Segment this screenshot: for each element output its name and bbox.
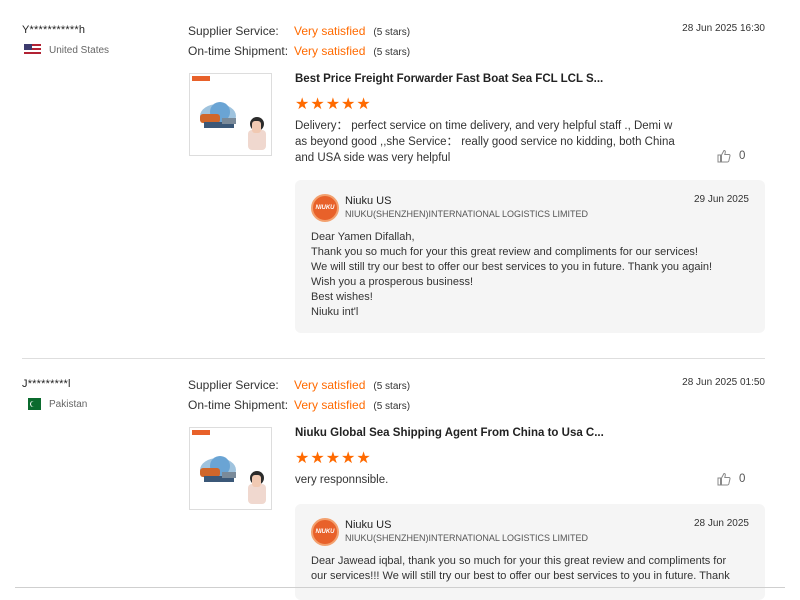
star-icon: ★: [356, 96, 371, 113]
rating-stars-text: (5 stars): [373, 27, 411, 38]
rating-label: Supplier Service:: [188, 378, 279, 392]
logo-text: NIUKU: [315, 529, 335, 535]
rating-stars-text: (5 stars): [373, 401, 411, 412]
reply-line: We will still try our best to offer our …: [311, 261, 713, 273]
review-text: Delivery： perfect service on time delive…: [295, 118, 675, 166]
reply-company: NIUKU(SHENZHEN)INTERNATIONAL LOGISTICS L…: [345, 209, 589, 219]
review-item: Y***********h United States Supplier Ser…: [0, 0, 800, 350]
buyer-name: J*********l: [22, 378, 71, 390]
review-date: 28 Jun 2025 01:50: [682, 377, 765, 388]
supplier-service-rating: Supplier Service: Very satisfied (5 star…: [188, 378, 410, 392]
rating-stars-text: (5 stars): [373, 47, 411, 58]
rating-value: Very satisfied: [294, 398, 366, 412]
country-name: United States: [49, 44, 110, 56]
star-icon: ★: [295, 96, 310, 113]
country-name: Pakistan: [49, 398, 88, 410]
like-count: 0: [739, 150, 746, 162]
pakistan-flag-icon: [24, 398, 41, 410]
star-icon: ★: [325, 96, 341, 113]
product-thumbnail[interactable]: [189, 73, 272, 156]
supplier-service-rating: Supplier Service: Very satisfied (5 star…: [188, 24, 410, 38]
buyer-country: Pakistan: [24, 398, 87, 410]
reply-line: Best wishes!: [311, 291, 373, 303]
reply-author: Niuku US: [345, 195, 392, 207]
reply-line: Wish you a prosperous business!: [311, 276, 474, 288]
product-title-link[interactable]: Niuku Global Sea Shipping Agent From Chi…: [295, 427, 604, 439]
reply-line: Thank you so much for your this great re…: [311, 246, 698, 258]
reply-text: Dear Jawead iqbal, thank you so much for…: [311, 554, 751, 584]
reply-author: Niuku US: [345, 519, 392, 531]
review-text-line: very responnsible.: [295, 474, 389, 486]
supplier-reply: NIUKU Niuku US NIUKU(SHENZHEN)INTERNATIO…: [295, 180, 765, 333]
supplier-reply: NIUKU Niuku US NIUKU(SHENZHEN)INTERNATIO…: [295, 504, 765, 600]
reply-text: Dear Yamen Difallah, Thank you so much f…: [311, 230, 751, 320]
reply-line: our services!!! We will still try our be…: [311, 570, 730, 582]
rating-value: Very satisfied: [294, 378, 366, 392]
review-item: J*********l Pakistan Supplier Service: V…: [0, 354, 800, 600]
rating-value: Very satisfied: [294, 44, 366, 58]
rating-label: Supplier Service:: [188, 24, 279, 38]
page-bottom-divider: [15, 587, 785, 588]
star-icon: ★: [310, 450, 325, 467]
buyer-country: United States: [24, 44, 109, 56]
like-button[interactable]: 0: [717, 472, 745, 486]
review-date: 28 Jun 2025 16:30: [682, 23, 765, 34]
us-flag-icon: [24, 44, 41, 56]
review-text-line: Delivery： perfect service on time delive…: [295, 120, 673, 132]
product-thumbnail[interactable]: [189, 427, 272, 510]
review-text: very responnsible.: [295, 472, 675, 488]
review-text-line: as beyond good ,,she Service： really goo…: [295, 136, 675, 148]
thumbs-up-icon: [717, 149, 731, 163]
on-time-shipment-rating: On-time Shipment: Very satisfied (5 star…: [188, 398, 410, 412]
product-title-link[interactable]: Best Price Freight Forwarder Fast Boat S…: [295, 73, 603, 85]
rating-label: On-time Shipment:: [188, 398, 289, 412]
star-icon: ★: [341, 96, 356, 113]
thumbs-up-icon: [717, 472, 731, 486]
on-time-shipment-rating: On-time Shipment: Very satisfied (5 star…: [188, 44, 410, 58]
buyer-name: Y***********h: [22, 24, 86, 36]
niuku-logo-icon: NIUKU: [311, 518, 339, 546]
like-count: 0: [739, 473, 746, 485]
shipping-product-image: [192, 76, 266, 150]
reply-line: Dear Yamen Difallah,: [311, 231, 415, 243]
review-star-rating: ★ ★ ★ ★ ★: [295, 97, 371, 113]
reply-line: Niuku int'l: [311, 306, 359, 318]
reply-date: 29 Jun 2025: [693, 194, 749, 205]
review-star-rating: ★ ★ ★ ★ ★: [295, 451, 371, 467]
reply-company: NIUKU(SHENZHEN)INTERNATIONAL LOGISTICS L…: [345, 533, 589, 543]
star-icon: ★: [356, 450, 371, 467]
reply-line: Dear Jawead iqbal, thank you so much for…: [311, 555, 727, 567]
rating-stars-text: (5 stars): [373, 381, 411, 392]
like-button[interactable]: 0: [717, 149, 745, 163]
star-icon: ★: [341, 450, 356, 467]
niuku-logo-icon: NIUKU: [311, 194, 339, 222]
logo-text: NIUKU: [315, 205, 335, 211]
rating-value: Very satisfied: [294, 24, 366, 38]
star-icon: ★: [310, 96, 325, 113]
rating-label: On-time Shipment:: [188, 44, 289, 58]
review-text-line: and USA side was very helpful: [295, 152, 451, 164]
star-icon: ★: [325, 450, 341, 467]
star-icon: ★: [295, 450, 310, 467]
shipping-product-image: [192, 430, 266, 504]
reply-date: 28 Jun 2025: [693, 518, 749, 529]
